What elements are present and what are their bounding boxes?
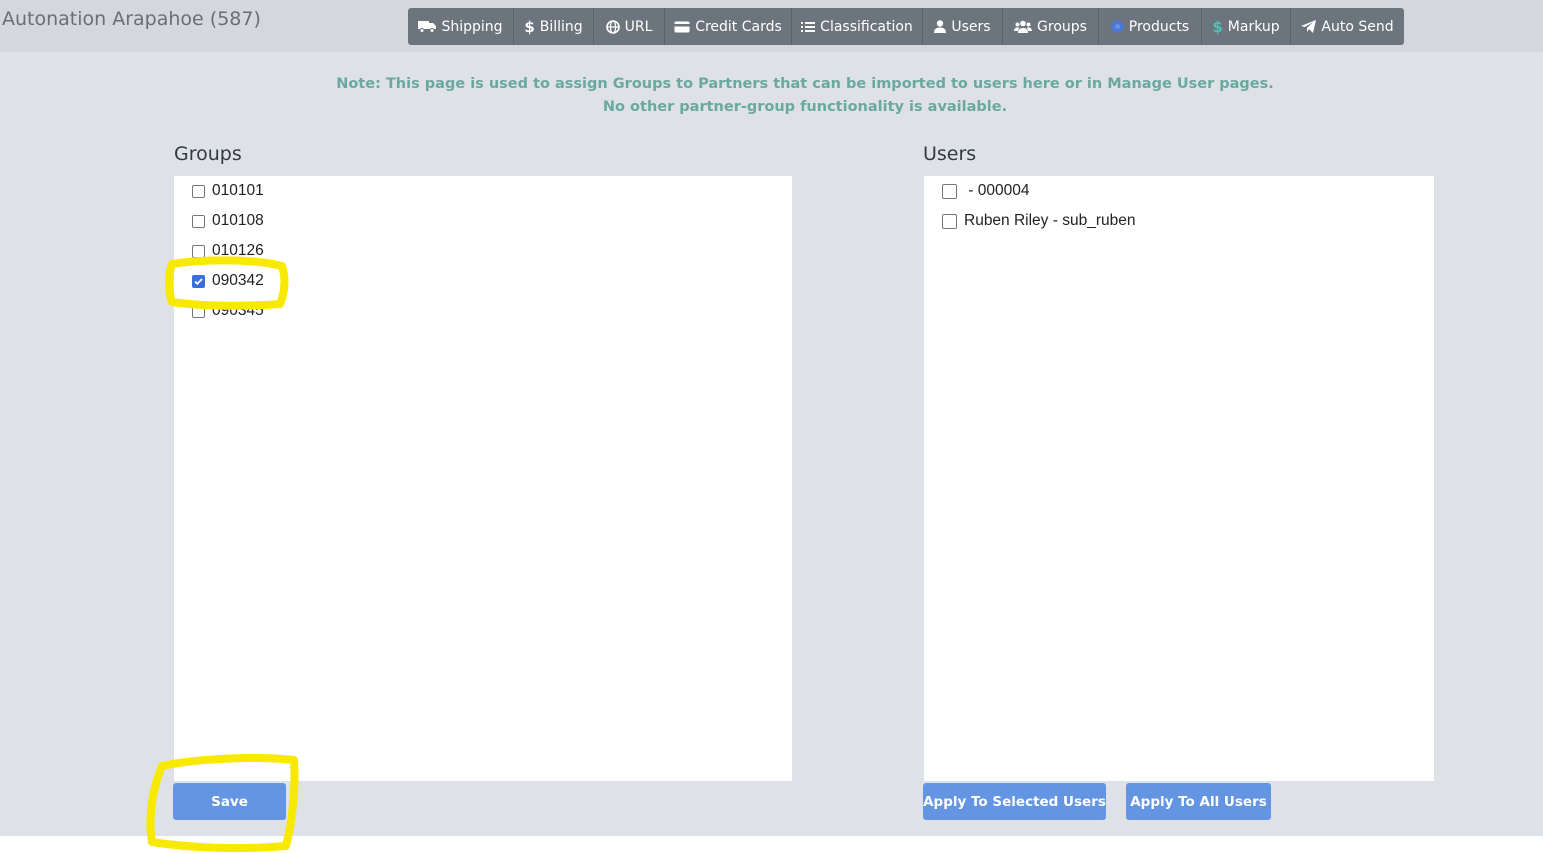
list-icon: [801, 21, 816, 33]
nav-products-label: Products: [1128, 18, 1190, 35]
user-label: - 000004: [964, 182, 1030, 199]
group-checkbox[interactable]: [192, 184, 205, 198]
nav-users-button[interactable]: Users: [923, 8, 1003, 45]
group-checkbox-checked[interactable]: [192, 274, 205, 288]
group-label: 010126: [212, 242, 264, 259]
nav-url-button[interactable]: URL: [594, 8, 665, 45]
partner-title: Autonation Arapahoe (587): [2, 8, 261, 30]
apply-selected-users-button[interactable]: Apply To Selected Users: [923, 783, 1106, 820]
user-checkbox[interactable]: [942, 213, 957, 229]
group-item[interactable]: 090342: [192, 272, 264, 290]
group-label: 090345: [212, 302, 264, 319]
nav-users-label: Users: [951, 18, 991, 35]
credit-card-icon: [674, 21, 690, 33]
users-icon: [1014, 20, 1033, 33]
group-label: 010101: [212, 182, 264, 199]
user-checkbox[interactable]: [942, 183, 957, 199]
nav-products-button[interactable]: Products: [1099, 8, 1202, 45]
paper-plane-icon: [1301, 20, 1317, 33]
group-label: 090342: [212, 272, 264, 289]
note-line-1: Note: This page is used to assign Groups…: [336, 76, 1274, 92]
users-panel: - 000004 Ruben Riley - sub_ruben: [924, 176, 1434, 781]
globe-icon: [605, 19, 620, 34]
users-title: Users: [923, 143, 977, 165]
group-item[interactable]: 010126: [192, 242, 264, 260]
groups-panel: 010101 010108 010126 090342 090345: [174, 176, 792, 781]
nav-shipping-button[interactable]: Shipping: [408, 8, 514, 45]
partner-nav: Shipping $ Billing URL Credit Cards Clas…: [408, 8, 1404, 45]
user-label: Ruben Riley - sub_ruben: [964, 212, 1136, 229]
nav-billing-button[interactable]: $ Billing: [514, 8, 594, 45]
nav-credit-cards-label: Credit Cards: [695, 18, 782, 35]
nav-groups-label: Groups: [1037, 18, 1087, 35]
note-line-2: No other partner-group functionality is …: [602, 99, 1008, 115]
group-label: 010108: [212, 212, 264, 229]
nav-classification-label: Classification: [820, 18, 913, 35]
apply-all-users-button[interactable]: Apply To All Users: [1126, 783, 1271, 820]
user-item[interactable]: Ruben Riley - sub_ruben: [942, 212, 1135, 230]
nav-credit-cards-button[interactable]: Credit Cards: [665, 8, 792, 45]
nav-classification-button[interactable]: Classification: [792, 8, 923, 45]
product-circle-icon: [1111, 20, 1124, 33]
group-checkbox[interactable]: [192, 244, 205, 258]
save-button[interactable]: Save: [173, 783, 286, 820]
group-item[interactable]: 010101: [192, 182, 264, 200]
dollar-icon: $: [524, 17, 535, 36]
truck-icon: [418, 20, 437, 33]
nav-shipping-label: Shipping: [441, 18, 503, 35]
nav-auto-send-label: Auto Send: [1321, 18, 1394, 35]
group-checkbox[interactable]: [192, 304, 205, 318]
nav-billing-label: Billing: [539, 18, 583, 35]
check-icon: [194, 277, 203, 285]
nav-groups-button[interactable]: Groups: [1003, 8, 1099, 45]
user-icon: [934, 20, 947, 33]
nav-markup-button[interactable]: $ Markup: [1202, 8, 1291, 45]
nav-markup-label: Markup: [1227, 18, 1280, 35]
group-item[interactable]: 090345: [192, 302, 264, 320]
dollar-icon: $: [1212, 17, 1223, 36]
nav-url-label: URL: [624, 18, 653, 35]
group-item[interactable]: 010108: [192, 212, 264, 230]
group-checkbox[interactable]: [192, 214, 205, 228]
groups-title: Groups: [174, 143, 242, 165]
nav-auto-send-button[interactable]: Auto Send: [1291, 8, 1404, 45]
user-item[interactable]: - 000004: [942, 182, 1030, 200]
